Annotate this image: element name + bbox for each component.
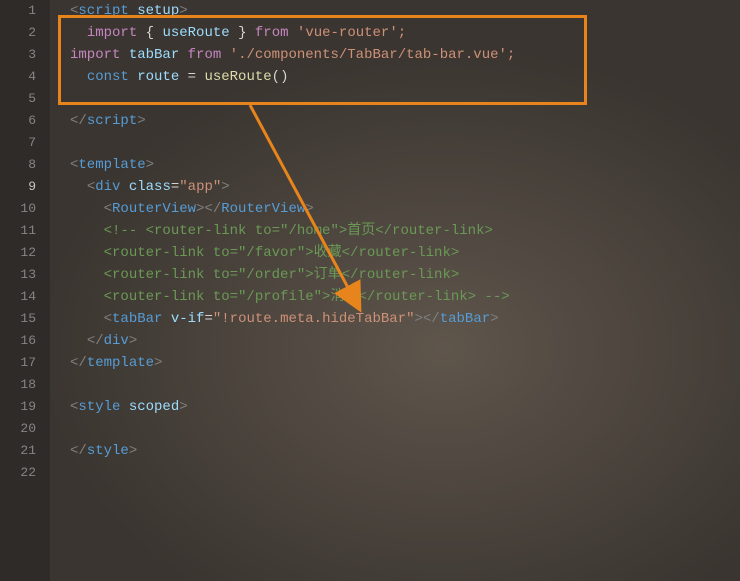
- code-line[interactable]: </style>: [50, 440, 740, 462]
- line-number: 16: [0, 330, 36, 352]
- code-line[interactable]: </script>: [50, 110, 740, 132]
- code-line[interactable]: <!-- <router-link to="/home">首页</router-…: [50, 220, 740, 242]
- code-line[interactable]: <router-link to="/order">订单</router-link…: [50, 264, 740, 286]
- code-line[interactable]: </div>: [50, 330, 740, 352]
- line-number: 20: [0, 418, 36, 440]
- line-number: 19: [0, 396, 36, 418]
- code-line[interactable]: <script setup>: [50, 0, 740, 22]
- code-line[interactable]: [50, 132, 740, 154]
- code-line[interactable]: <RouterView></RouterView>: [50, 198, 740, 220]
- code-line[interactable]: <router-link to="/favor">收藏</router-link…: [50, 242, 740, 264]
- line-number: 12: [0, 242, 36, 264]
- line-number: 7: [0, 132, 36, 154]
- code-line[interactable]: <div class="app">: [50, 176, 740, 198]
- code-line[interactable]: </template>: [50, 352, 740, 374]
- code-line[interactable]: const route = useRoute(): [50, 66, 740, 88]
- code-line[interactable]: <tabBar v-if="!route.meta.hideTabBar"></…: [50, 308, 740, 330]
- code-line[interactable]: import tabBar from './components/TabBar/…: [50, 44, 740, 66]
- line-number: 2: [0, 22, 36, 44]
- code-line[interactable]: [50, 374, 740, 396]
- line-number: 14: [0, 286, 36, 308]
- line-number: 21: [0, 440, 36, 462]
- code-editor: 1 2 3 4 5 6 7 8 9 10 11 12 13 14 15 16 1…: [0, 0, 740, 581]
- line-number: 4: [0, 66, 36, 88]
- code-line[interactable]: [50, 462, 740, 484]
- line-number: 22: [0, 462, 36, 484]
- code-line[interactable]: import { useRoute } from 'vue-router';: [50, 22, 740, 44]
- line-number: 15: [0, 308, 36, 330]
- code-line[interactable]: <style scoped>: [50, 396, 740, 418]
- line-number: 5: [0, 88, 36, 110]
- line-number: 10: [0, 198, 36, 220]
- line-number: 18: [0, 374, 36, 396]
- line-number: 6: [0, 110, 36, 132]
- code-area[interactable]: <script setup> import { useRoute } from …: [50, 0, 740, 581]
- line-number-active: 9: [0, 176, 36, 198]
- line-number: 1: [0, 0, 36, 22]
- line-number-gutter: 1 2 3 4 5 6 7 8 9 10 11 12 13 14 15 16 1…: [0, 0, 50, 581]
- line-number: 8: [0, 154, 36, 176]
- line-number: 11: [0, 220, 36, 242]
- line-number: 17: [0, 352, 36, 374]
- code-line[interactable]: <router-link to="/profile">消息</router-li…: [50, 286, 740, 308]
- code-line[interactable]: <template>: [50, 154, 740, 176]
- line-number: 13: [0, 264, 36, 286]
- code-line[interactable]: [50, 88, 740, 110]
- code-line[interactable]: [50, 418, 740, 440]
- line-number: 3: [0, 44, 36, 66]
